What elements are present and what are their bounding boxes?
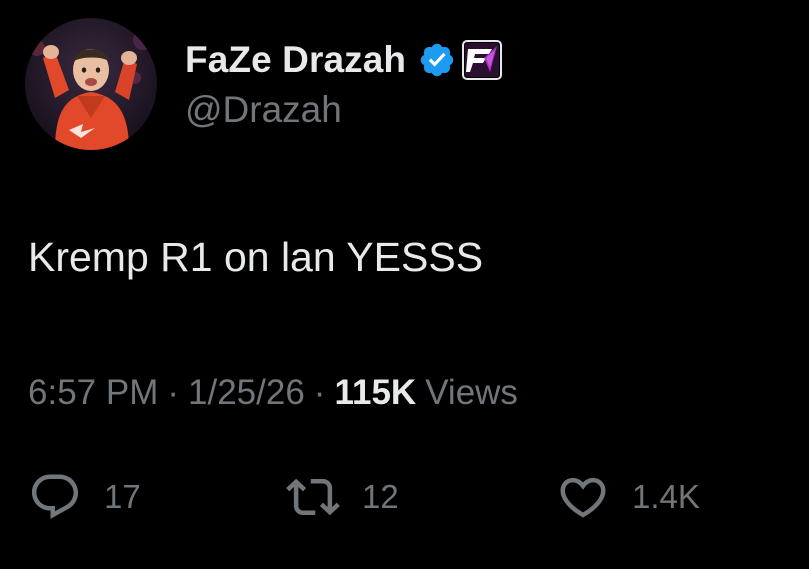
display-name[interactable]: FaZe Drazah xyxy=(185,39,406,81)
views-count: 115K xyxy=(334,373,417,412)
verified-badge-icon[interactable] xyxy=(418,41,456,79)
affiliate-badge-icon[interactable] xyxy=(462,40,503,80)
retweet-icon xyxy=(286,470,340,524)
tweet-meta: 6:57 PM · 1/25/26 · 115K Views xyxy=(28,373,518,413)
tweet-date[interactable]: 1/25/26 xyxy=(188,373,305,413)
like-button[interactable]: 1.4K xyxy=(556,470,700,524)
views-label: Views xyxy=(425,373,518,412)
reply-button[interactable]: 17 xyxy=(28,470,141,524)
meta-separator: · xyxy=(167,373,180,412)
reply-count: 17 xyxy=(104,478,141,515)
tweet-time[interactable]: 6:57 PM xyxy=(28,373,158,413)
author-name-row: FaZe Drazah xyxy=(185,36,503,84)
heart-icon xyxy=(556,470,610,524)
reply-icon xyxy=(28,470,82,524)
avatar[interactable] xyxy=(25,18,157,150)
tweet-text: Kremp R1 on lan YESSS xyxy=(28,234,484,280)
tweet-card: FaZe Drazah @Drazah Kremp R1 on lan YESS… xyxy=(0,0,809,569)
retweet-button[interactable]: 12 xyxy=(286,470,399,524)
like-count: 1.4K xyxy=(632,478,700,515)
author-handle[interactable]: @Drazah xyxy=(185,89,342,131)
meta-separator: · xyxy=(313,373,326,412)
retweet-count: 12 xyxy=(362,478,399,515)
